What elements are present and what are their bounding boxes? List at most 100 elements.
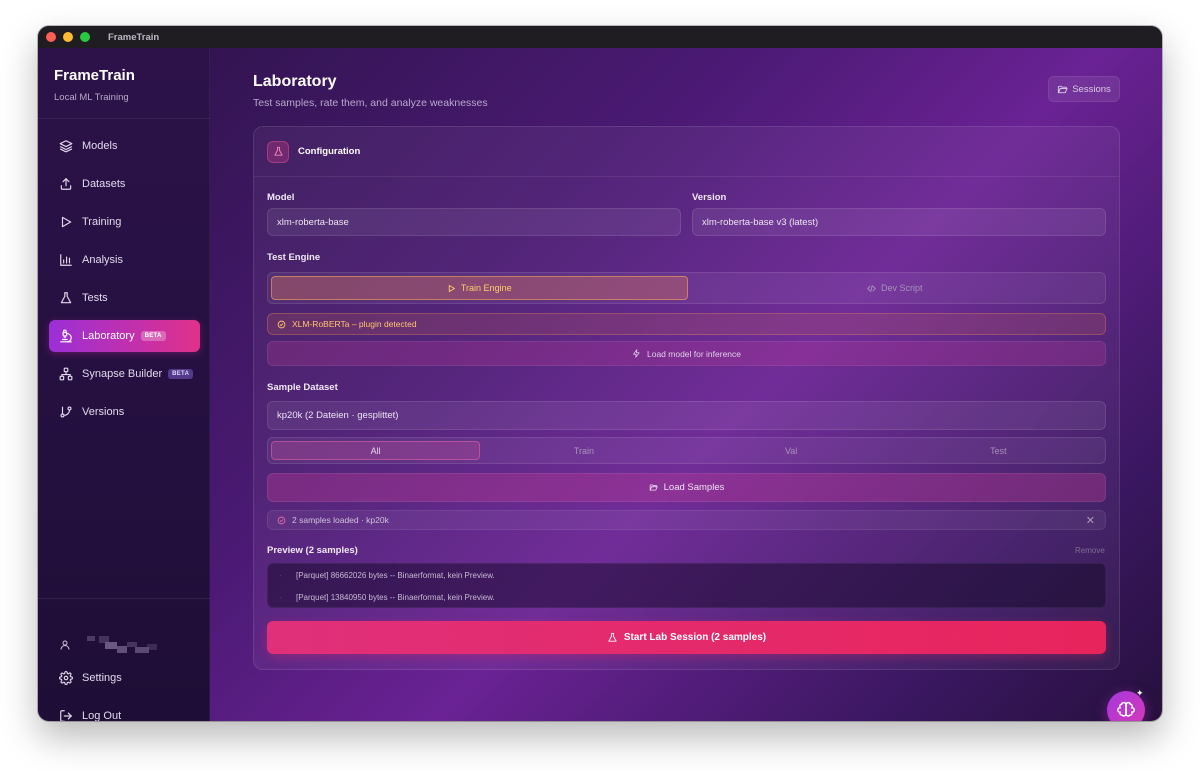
preview-row-text: [Parquet] 86662026 bytes -- Binaerformat…: [296, 570, 495, 580]
test-engine-label: Test Engine: [267, 252, 321, 263]
flask-icon: [60, 292, 72, 304]
sidebar-item-label: Synapse Builder: [82, 368, 163, 380]
sidebar-item-analysis[interactable]: Analysis: [49, 244, 200, 276]
main-content: Laboratory Test samples, rate them, and …: [210, 48, 1162, 721]
redacted-username: [87, 636, 163, 654]
sparkle-icon: ✦: [1136, 688, 1144, 698]
sidebar-item-label: Training: [82, 216, 122, 228]
sidebar-item-datasets[interactable]: Datasets: [49, 168, 200, 200]
card-icon: [267, 140, 289, 163]
samples-loaded-text: 2 samples loaded · kp20k: [292, 515, 389, 525]
sidebar-item-label: Log Out: [82, 710, 122, 721]
preview-row-text: [Parquet] 13840950 bytes -- Binaerformat…: [296, 592, 495, 602]
brain-icon: [1117, 701, 1135, 717]
close-icon[interactable]: ✕: [1086, 514, 1095, 527]
flask-icon: [608, 632, 617, 642]
configuration-card: Configuration Model xlm-roberta-base Ver…: [253, 126, 1120, 670]
sidebar-item-versions[interactable]: Versions: [49, 396, 200, 428]
sessions-button[interactable]: Sessions: [1048, 76, 1120, 102]
network-icon: [59, 367, 73, 381]
sidebar-item-label: Datasets: [82, 178, 126, 190]
row-marker-icon: ·: [279, 570, 282, 580]
version-label: Version: [692, 192, 727, 203]
sidebar: FrameTrain Local ML Training Models Data…: [38, 48, 210, 721]
sidebar-item-synapse-builder[interactable]: Synapse Builder BETA: [49, 358, 200, 390]
list-item: · [Parquet] 86662026 bytes -- Binaerform…: [268, 564, 1105, 586]
sidebar-nav: Models Datasets Training Analysis Tests …: [49, 130, 200, 434]
sidebar-item-label: Tests: [82, 292, 108, 304]
load-samples-button[interactable]: Load Samples: [267, 473, 1106, 502]
sidebar-item-training[interactable]: Training: [49, 206, 200, 238]
play-icon: [448, 284, 455, 292]
version-select[interactable]: xlm-roberta-base v3 (latest): [692, 208, 1106, 236]
brand-name: FrameTrain: [54, 67, 135, 84]
test-engine-toggle: Train Engine Dev Script: [267, 272, 1106, 304]
sessions-button-label: Sessions: [1072, 83, 1111, 95]
flask-icon: [273, 146, 283, 156]
samples-loaded-status: 2 samples loaded · kp20k ✕: [267, 510, 1106, 530]
sample-dataset-label: Sample Dataset: [267, 382, 338, 393]
page-subtitle: Test samples, rate them, and analyze wea…: [253, 97, 488, 109]
layers-icon: [59, 140, 73, 153]
plugin-status: XLM-RoBERTa – plugin detected: [267, 313, 1106, 335]
row-marker-icon: ·: [279, 592, 282, 602]
user-icon: [60, 640, 70, 650]
split-all-option[interactable]: All: [271, 441, 481, 460]
split-val-option[interactable]: Val: [688, 441, 895, 460]
brand-subtitle: Local ML Training: [54, 92, 129, 103]
split-test-option[interactable]: Test: [895, 441, 1102, 460]
sidebar-item-label: Settings: [82, 672, 122, 684]
bar-chart-icon: [60, 254, 72, 266]
sidebar-item-label: Laboratory: [82, 330, 135, 342]
start-lab-session-button[interactable]: Start Lab Session (2 samples): [267, 621, 1106, 654]
brand: FrameTrain Local ML Training: [54, 67, 135, 103]
folder-open-icon: [1058, 85, 1068, 93]
zap-icon: [633, 349, 640, 358]
upload-icon: [60, 177, 72, 190]
sidebar-bottom-nav: Settings Log Out: [49, 662, 200, 721]
dev-script-label: Dev Script: [880, 283, 923, 293]
sidebar-divider: [38, 118, 210, 119]
sidebar-item-models[interactable]: Models: [49, 130, 200, 162]
gear-icon: [59, 671, 73, 685]
user-profile[interactable]: [59, 636, 163, 654]
title-bar: FrameTrain: [38, 26, 1162, 48]
beta-badge: BETA: [140, 331, 166, 341]
load-model-label: Load model for inference: [646, 348, 742, 359]
sidebar-item-tests[interactable]: Tests: [49, 282, 200, 314]
sidebar-divider: [38, 598, 210, 599]
dataset-select[interactable]: kp20k (2 Dateien · gesplittet): [267, 401, 1106, 430]
sidebar-item-log-out[interactable]: Log Out: [49, 700, 200, 721]
sidebar-item-label: Analysis: [82, 254, 123, 266]
card-header: Configuration: [254, 127, 1119, 177]
page-title: Laboratory: [253, 73, 337, 90]
model-select[interactable]: xlm-roberta-base: [267, 208, 681, 236]
sidebar-item-settings[interactable]: Settings: [49, 662, 200, 694]
preview-label: Preview (2 samples): [267, 545, 358, 556]
window-controls: [46, 32, 90, 42]
microscope-icon: [60, 329, 72, 343]
train-engine-label: Train Engine: [460, 283, 512, 293]
close-window-button[interactable]: [46, 32, 56, 42]
check-circle-icon: [277, 516, 286, 524]
minimize-window-button[interactable]: [63, 32, 73, 42]
load-model-button[interactable]: Load model for inference: [267, 341, 1106, 366]
model-label: Model: [267, 192, 295, 203]
preview-list: · [Parquet] 86662026 bytes -- Binaerform…: [267, 563, 1106, 608]
logout-icon: [60, 710, 73, 721]
sidebar-item-laboratory[interactable]: Laboratory BETA: [49, 320, 200, 352]
load-samples-label: Load Samples: [663, 482, 725, 493]
beta-badge: BETA: [168, 369, 194, 379]
app-window: FrameTrain FrameTrain Local ML Training …: [38, 26, 1162, 721]
dev-script-option[interactable]: Dev Script: [688, 276, 1103, 300]
maximize-window-button[interactable]: [80, 32, 90, 42]
card-title: Configuration: [298, 146, 361, 157]
folder-open-icon: [649, 484, 658, 491]
sidebar-item-label: Versions: [82, 406, 125, 418]
train-engine-option[interactable]: Train Engine: [271, 276, 688, 300]
split-train-option[interactable]: Train: [480, 441, 687, 460]
remove-button[interactable]: Remove: [1075, 546, 1105, 555]
sidebar-item-label: Models: [82, 140, 118, 152]
code-icon: [867, 284, 876, 292]
start-lab-session-label: Start Lab Session (2 samples): [623, 632, 767, 643]
